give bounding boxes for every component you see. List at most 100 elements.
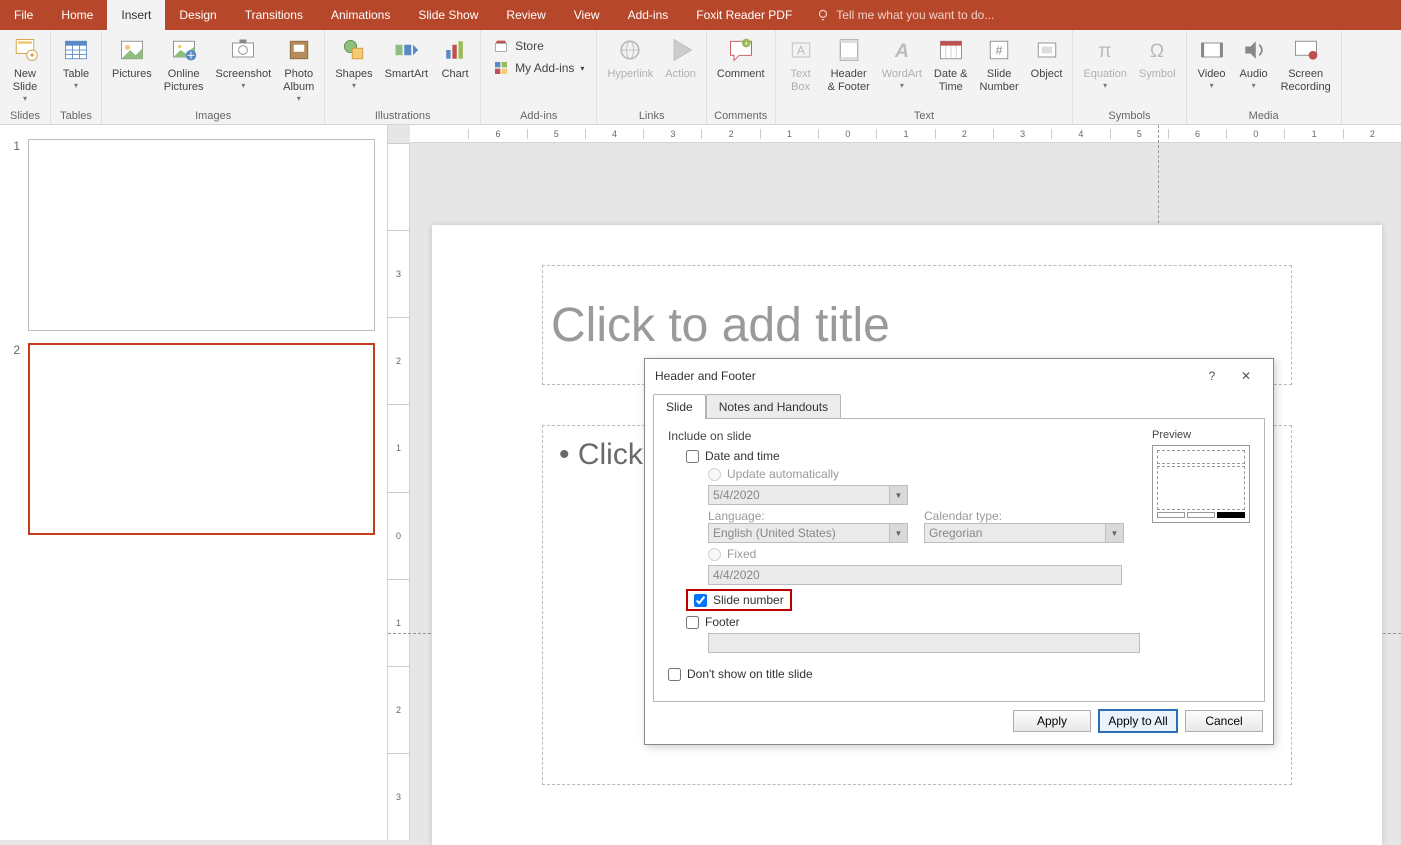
wordart-button[interactable]: AWordArt▾ bbox=[876, 32, 928, 92]
text-box-label: Text Box bbox=[790, 68, 810, 94]
fixed-date-input: 4/4/2020 bbox=[708, 565, 1122, 585]
group-illustrations-label: Illustrations bbox=[329, 109, 476, 124]
dialog-titlebar: Header and Footer ? ✕ bbox=[645, 359, 1273, 393]
new-slide-button[interactable]: ✦New Slide▾ bbox=[4, 32, 46, 105]
slide-number-checkbox[interactable] bbox=[694, 594, 707, 607]
symbol-button[interactable]: ΩSymbol bbox=[1133, 32, 1182, 83]
smartart-button[interactable]: SmartArt bbox=[379, 32, 434, 83]
slide-number-row[interactable]: Slide number bbox=[686, 589, 1250, 611]
tell-me-search[interactable]: Tell me what you want to do... bbox=[816, 0, 994, 30]
video-button[interactable]: Video▾ bbox=[1191, 32, 1233, 92]
svg-text:Ω: Ω bbox=[1150, 41, 1164, 62]
date-time-checkbox[interactable] bbox=[686, 450, 699, 463]
video-label: Video bbox=[1198, 68, 1226, 81]
hyperlink-button[interactable]: Hyperlink bbox=[601, 32, 659, 83]
my-addins-label: My Add-ins bbox=[515, 61, 574, 75]
apply-to-all-button[interactable]: Apply to All bbox=[1099, 710, 1177, 732]
photo-album-button[interactable]: Photo Album▾ bbox=[277, 32, 320, 105]
online-pictures-icon bbox=[170, 36, 198, 64]
dialog-tab-slide[interactable]: Slide bbox=[653, 394, 706, 419]
chart-button[interactable]: Chart bbox=[434, 32, 476, 83]
auto-date-value: 5/4/2020 bbox=[713, 488, 760, 502]
pictures-button[interactable]: Pictures bbox=[106, 32, 158, 83]
footer-text-row bbox=[708, 633, 1250, 653]
online-pictures-button[interactable]: Online Pictures bbox=[158, 32, 210, 96]
date-time-button[interactable]: Date & Time bbox=[928, 32, 974, 96]
thumbnail-2[interactable]: 2 bbox=[0, 341, 387, 545]
dialog-title-text: Header and Footer bbox=[655, 369, 1195, 383]
group-links-label: Links bbox=[601, 109, 701, 124]
preview-panel: Preview bbox=[1152, 429, 1250, 523]
thumbnail-2-preview bbox=[28, 343, 375, 535]
tab-slide-show[interactable]: Slide Show bbox=[404, 0, 492, 30]
tab-insert[interactable]: Insert bbox=[107, 0, 165, 30]
shapes-label: Shapes bbox=[335, 68, 372, 81]
dont-show-label: Don't show on title slide bbox=[687, 667, 813, 681]
tab-file[interactable]: File bbox=[0, 0, 47, 30]
hyperlink-label: Hyperlink bbox=[607, 68, 653, 81]
fixed-date-row: 4/4/2020 bbox=[708, 565, 1250, 585]
equation-icon: π bbox=[1091, 36, 1119, 64]
shapes-button[interactable]: Shapes▾ bbox=[329, 32, 378, 92]
screenshot-button[interactable]: Screenshot▾ bbox=[210, 32, 278, 92]
pictures-icon bbox=[118, 36, 146, 64]
date-time-label: Date and time bbox=[705, 449, 780, 463]
slide-number-button[interactable]: # Slide Number bbox=[974, 32, 1025, 96]
footer-row[interactable]: Footer bbox=[686, 615, 1250, 629]
shapes-icon bbox=[340, 36, 368, 64]
dialog-tab-notes[interactable]: Notes and Handouts bbox=[706, 394, 841, 419]
tab-review[interactable]: Review bbox=[492, 0, 559, 30]
text-box-button[interactable]: A Text Box bbox=[780, 32, 822, 96]
table-button[interactable]: Table▾ bbox=[55, 32, 97, 92]
my-addins-button[interactable]: My Add-ins▾ bbox=[493, 60, 584, 76]
tab-view[interactable]: View bbox=[560, 0, 614, 30]
object-button[interactable]: Object bbox=[1025, 32, 1069, 83]
audio-icon bbox=[1240, 36, 1268, 64]
preview-frame bbox=[1152, 445, 1250, 523]
photo-album-label: Photo Album bbox=[283, 68, 314, 94]
tab-addins[interactable]: Add-ins bbox=[614, 0, 683, 30]
comment-button[interactable]: +Comment bbox=[711, 32, 771, 83]
tab-transitions[interactable]: Transitions bbox=[231, 0, 317, 30]
header-footer-button[interactable]: Header & Footer bbox=[822, 32, 876, 96]
cancel-button[interactable]: Cancel bbox=[1185, 710, 1263, 732]
store-button[interactable]: Store bbox=[493, 38, 584, 54]
audio-button[interactable]: Audio▾ bbox=[1233, 32, 1275, 92]
dont-show-checkbox[interactable] bbox=[668, 668, 681, 681]
group-text-label: Text bbox=[780, 109, 1069, 124]
tab-foxit[interactable]: Foxit Reader PDF bbox=[682, 0, 806, 30]
text-box-icon: A bbox=[787, 36, 815, 64]
online-pictures-label: Online Pictures bbox=[164, 68, 204, 94]
lightbulb-icon bbox=[816, 8, 830, 22]
dialog-help-button[interactable]: ? bbox=[1195, 365, 1229, 387]
action-button[interactable]: Action bbox=[659, 32, 702, 83]
footer-checkbox[interactable] bbox=[686, 616, 699, 629]
dialog-body: Include on slide Date and time Update au… bbox=[653, 418, 1265, 702]
tab-animations[interactable]: Animations bbox=[317, 0, 404, 30]
screen-recording-button[interactable]: Screen Recording bbox=[1275, 32, 1337, 96]
thumbnail-1-number: 1 bbox=[8, 139, 20, 331]
thumbnail-1[interactable]: 1 bbox=[0, 137, 387, 341]
group-media-label: Media bbox=[1191, 109, 1337, 124]
ribbon-body: ✦New Slide▾ Slides Table▾ Tables Picture… bbox=[0, 30, 1401, 125]
apply-button[interactable]: Apply bbox=[1013, 710, 1091, 732]
vertical-ruler: 3210123 bbox=[388, 143, 410, 840]
symbol-icon: Ω bbox=[1143, 36, 1171, 64]
footer-label: Footer bbox=[705, 615, 740, 629]
smartart-icon bbox=[392, 36, 420, 64]
equation-button[interactable]: πEquation▾ bbox=[1077, 32, 1132, 92]
screenshot-label: Screenshot bbox=[216, 68, 272, 81]
dont-show-row[interactable]: Don't show on title slide bbox=[668, 667, 1250, 681]
equation-label: Equation bbox=[1083, 68, 1126, 81]
tab-design[interactable]: Design bbox=[165, 0, 230, 30]
my-addins-icon bbox=[493, 60, 509, 76]
group-slides-label: Slides bbox=[4, 109, 46, 124]
calendar-label: Calendar type: bbox=[924, 509, 1124, 523]
tab-home[interactable]: Home bbox=[47, 0, 107, 30]
chevron-down-icon: ▼ bbox=[889, 486, 907, 504]
slide-number-icon: # bbox=[985, 36, 1013, 64]
tell-me-text: Tell me what you want to do... bbox=[836, 8, 994, 22]
slide-number-label: Slide Number bbox=[980, 68, 1019, 94]
slide-thumbnails-panel: 1 2 bbox=[0, 125, 388, 840]
dialog-close-button[interactable]: ✕ bbox=[1229, 365, 1263, 387]
